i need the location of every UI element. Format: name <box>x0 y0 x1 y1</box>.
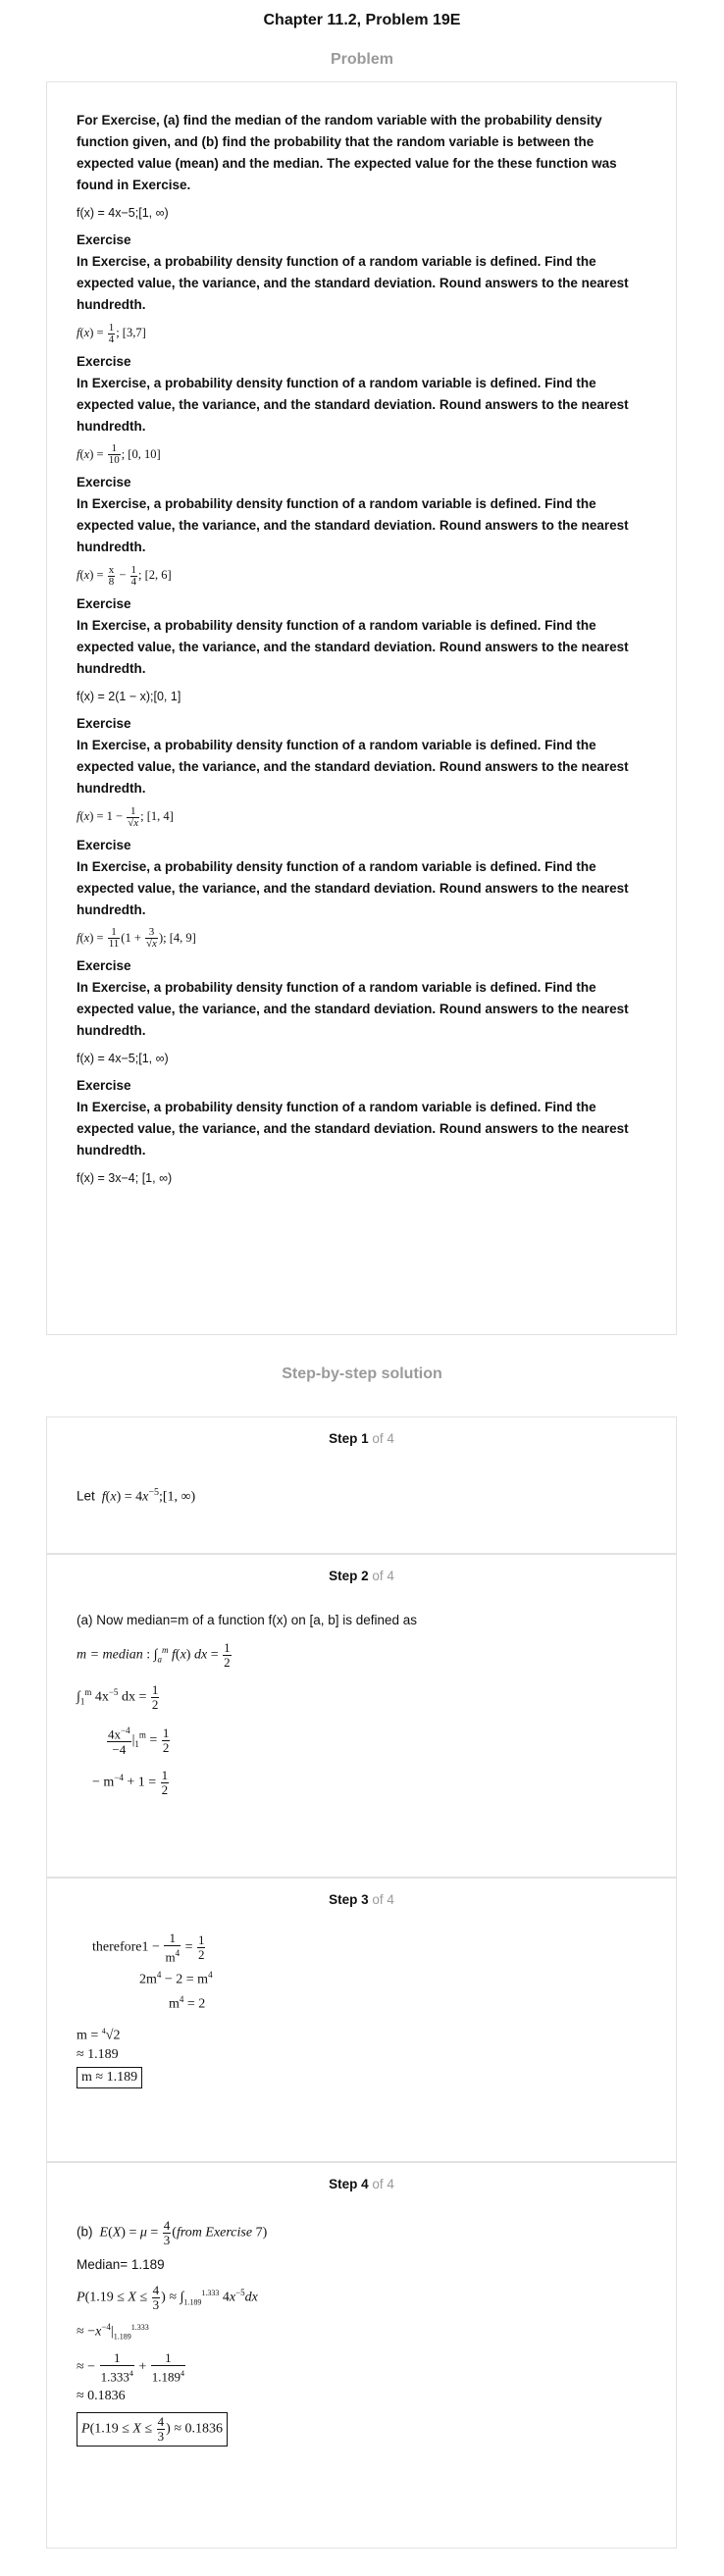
exercise-label: Exercise <box>77 958 131 974</box>
exercise-text: In Exercise, a probability density funct… <box>77 1100 629 1159</box>
function-7: f(x) = 4x−5;[1, ∞) <box>77 1052 169 1066</box>
exercise-label: Exercise <box>77 595 131 611</box>
step-1-expression: f <box>101 1489 106 1505</box>
median-definition: m = median : ∫am f(x) dx = 12 <box>77 1640 232 1670</box>
step-4-header: Step 4 of 4 <box>329 2177 394 2191</box>
exercise-label: Exercise <box>77 353 131 369</box>
exercise-text: In Exercise, a probability density funct… <box>77 375 629 434</box>
exercise-label: Exercise <box>77 475 131 490</box>
probability-line: P(1.19 ≤ X ≤ 4 3) ≈ ∫1.1891.333 4x−5dx <box>77 2283 258 2312</box>
function-4: f(x) = 2(1 − x);[0, 1] <box>77 689 181 703</box>
problem-heading: Problem <box>330 51 393 68</box>
approx-line: ≈ 0.1836 <box>77 2388 126 2403</box>
step-3-box: Step 3 of 4 therefore1 − 1 m4 = 12 2m4 − … <box>46 1878 677 2162</box>
exercise-text: In Exercise, a probability density funct… <box>77 617 629 676</box>
chapter-title: Chapter 11.2, Problem 19E <box>263 12 461 28</box>
step-3-header: Step 3 of 4 <box>329 1892 394 1907</box>
step-2-header: Step 2 of 4 <box>329 1569 394 1583</box>
integral-line: ∫1m 4x−5 dx = 12 <box>77 1682 160 1712</box>
problem-intro: For Exercise, (a) find the median of the… <box>77 113 617 192</box>
expected-value-line: (b) E(X) = μ = 4 3 (from Exercise 7) <box>77 2218 268 2247</box>
step-3-result: m ≈ 1.189 <box>77 2067 143 2089</box>
exercise-label: Exercise <box>77 837 131 852</box>
page: Chapter 11.2, Problem 19E Problem For Ex… <box>0 0 724 2576</box>
exercise-text: In Exercise, a probability density funct… <box>77 980 629 1039</box>
step-1-header: Step 1 of 4 <box>329 1431 394 1446</box>
function-6: f(x) = 1 11 (1 + 3 √x); [4, 9] <box>77 926 196 951</box>
exercise-text: In Exercise, a probability density funct… <box>77 254 629 312</box>
function-8: f(x) = 3x−4; [1, ∞) <box>77 1171 173 1186</box>
step-4-box: Step 4 of 4 (b) E(X) = μ = 4 3 (from Exerc… <box>46 2162 677 2549</box>
simplified-line: − m−4 + 1 = 12 <box>92 1768 170 1798</box>
function-5: f(x) = 1 − 1 √x; [1, 4] <box>77 804 174 829</box>
exercise-text: In Exercise, a probability density funct… <box>77 737 629 796</box>
function-3: f(x) = x8 − 1 4; [2, 6] <box>77 563 172 588</box>
antiderivative-line: 4x−4 −4 |1m = 12 <box>107 1725 171 1758</box>
exercise-label: Exercise <box>77 1078 131 1094</box>
step-3-body: therefore1 − 1 m4 = 12 2m4 − 2 = m4 m4 = … <box>47 1931 676 2089</box>
therefore-line: therefore1 − 1 m4 = 12 <box>92 1931 206 1965</box>
step-2-text: (a) Now median=m of a function f(x) on [… <box>77 1613 418 1627</box>
exercise-label: Exercise <box>77 232 131 247</box>
exercise-text: In Exercise, a probability density funct… <box>77 858 629 917</box>
exercise-label: Exercise <box>77 715 131 731</box>
step-2-body: (a) Now median=m of a function f(x) on [… <box>47 1613 676 1797</box>
step-4-result: P(1.19 ≤ X ≤ 4 3) ≈ 0.1836 <box>77 2411 229 2447</box>
step-2-box: Step 2 of 4 (a) Now median=m of a functi… <box>46 1554 677 1878</box>
step-1-box: Step 1 of 4 Let f(x) = 4x−5;[1, ∞) <box>46 1417 677 1554</box>
step-4-body: (b) E(X) = μ = 4 3 (from Exercise 7) Media… <box>47 2219 676 2447</box>
main-function: f(x) = 4x−5;[1, ∞) <box>77 206 169 220</box>
solution-heading: Step-by-step solution <box>282 1365 442 1382</box>
step-1-body: Let f(x) = 4x−5;[1, ∞) <box>77 1487 196 1505</box>
problem-box: For Exercise, (a) find the median of the… <box>46 81 677 1335</box>
exercise-text: In Exercise, a probability density funct… <box>77 496 629 555</box>
function-1: f(x) = 1 4; [3,7] <box>77 321 146 345</box>
median-line: Median= 1.189 <box>77 2257 165 2272</box>
function-2: f(x) = 1 10; [0, 10] <box>77 442 161 467</box>
